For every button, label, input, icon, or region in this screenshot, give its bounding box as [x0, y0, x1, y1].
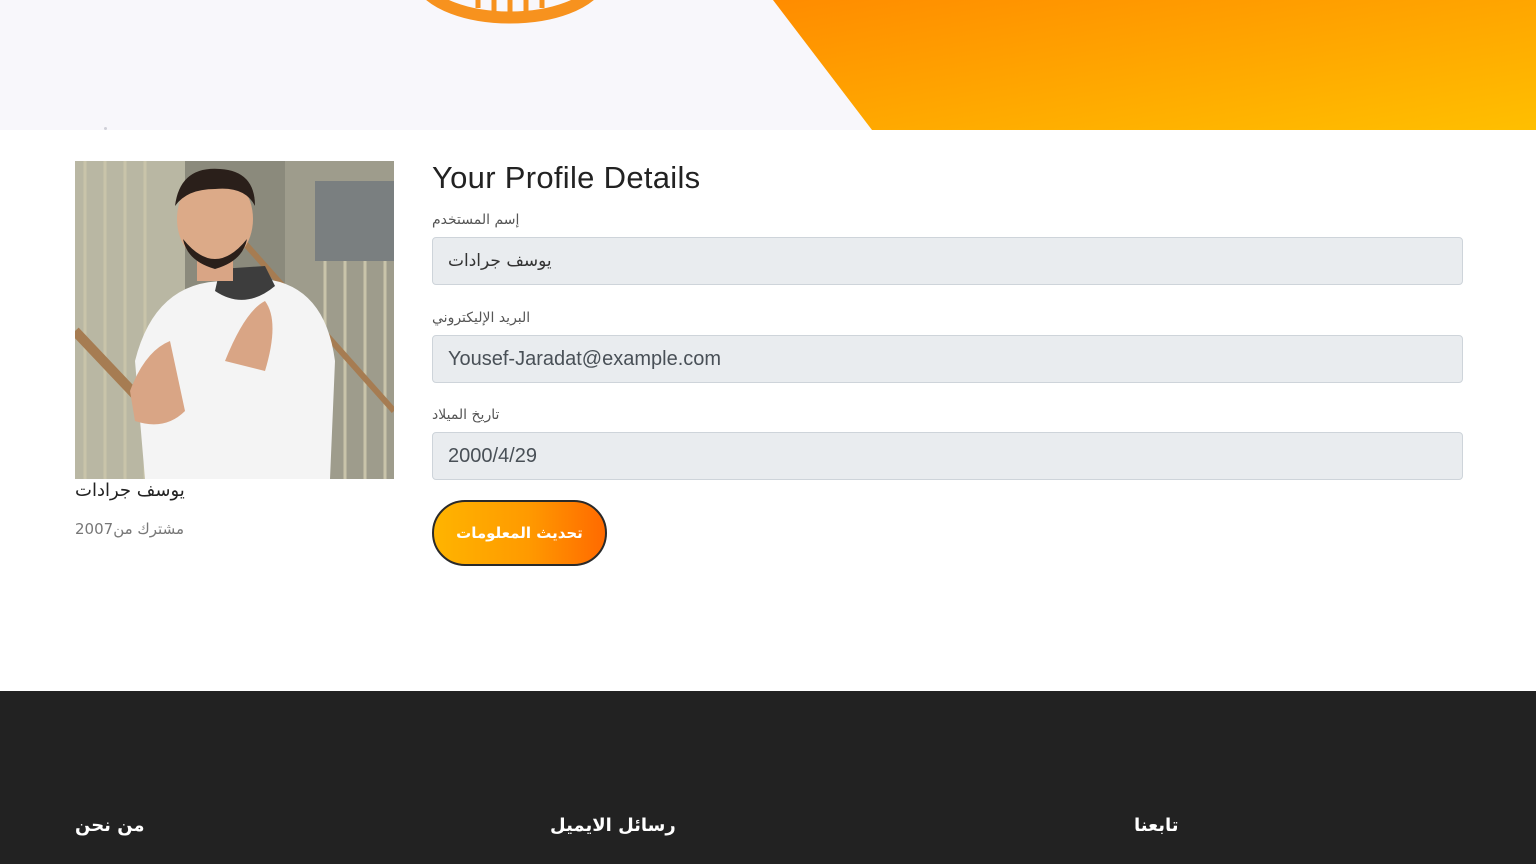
- hero-orange-shape: [773, 0, 1536, 130]
- email-field[interactable]: Yousef-Jaradat@example.com: [432, 335, 1463, 383]
- birthdate-label: تاريخ الميلاد: [432, 407, 500, 423]
- birthdate-field[interactable]: 2000/4/29: [432, 432, 1463, 480]
- hero-banner: [0, 0, 1536, 130]
- profile-name: يوسف جرادات: [75, 480, 185, 501]
- profile-photo: [75, 161, 394, 479]
- update-info-button[interactable]: تحديث المعلومات: [432, 500, 607, 566]
- member-since-year: 2007: [75, 520, 114, 538]
- email-label: البريد الإليكتروني: [432, 310, 531, 326]
- username-field[interactable]: يوسف جرادات: [432, 237, 1463, 285]
- member-since: 2007مشترك من: [75, 520, 184, 538]
- page-title: Your Profile Details: [432, 160, 701, 195]
- member-since-label: مشترك من: [113, 520, 184, 538]
- footer: [0, 691, 1536, 864]
- logo-ring-icon: [426, 0, 594, 24]
- hero-dot: [104, 127, 107, 130]
- footer-heading-about: من نحن: [75, 815, 145, 836]
- footer-heading-newsletter: رسائل الايميل: [550, 815, 676, 836]
- footer-heading-follow: تابعنا: [1134, 815, 1179, 836]
- username-label: إسم المستخدم: [432, 212, 520, 228]
